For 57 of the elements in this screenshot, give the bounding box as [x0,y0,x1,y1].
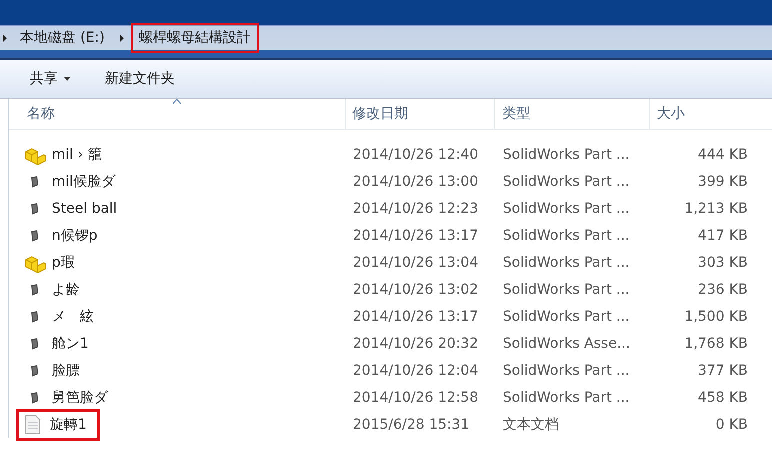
size-cell-text: 417 KB [697,228,748,244]
column-header[interactable]: 名称 [9,99,346,129]
breadcrumb-item[interactable]: 螺桿螺母結構設計 [130,23,259,53]
type-cell-text: 文本文档 [502,416,560,434]
type-cell-text: SolidWorks Part ... [502,282,631,298]
date-cell-text: 2014/10/26 13:17 [352,228,480,244]
column-header[interactable]: 大小 [650,99,772,129]
column-header[interactable]: 类型 [495,99,650,129]
column-header[interactable]: 修改日期 [346,99,496,129]
size-cell-text: 236 KB [697,282,748,298]
chevron-icon[interactable] [118,34,125,42]
file-name-cell[interactable]: 旋轉1 [16,408,100,440]
date-cell-text: 2014/10/26 13:00 [352,174,480,190]
size-cell-text: 458 KB [697,390,748,406]
type-cell-text: SolidWorks Part ... [502,308,631,324]
date-cell-text: 2014/10/26 12:23 [352,200,480,216]
date-cell-text: 2015/6/28 15:31 [352,416,471,432]
file-name-cell[interactable]: 舱ン1 [21,330,100,356]
date-cell-text: 2014/10/26 12:40 [352,146,480,162]
type-cell-text: SolidWorks Part ... [502,254,631,270]
size-cell-text: 303 KB [697,254,748,270]
size-cell-text: 399 KB [697,174,748,190]
file-name-cell[interactable]: mil候脸ダ [21,168,126,194]
chevron-icon[interactable] [2,34,8,42]
date-cell-text: 2014/10/26 20:32 [352,336,480,352]
date-cell-text: 2014/10/26 13:17 [352,308,480,324]
size-cell-text: 444 KB [697,146,748,162]
date-cell-text: 2014/10/26 13:04 [352,254,480,270]
date-cell-text: 2014/10/26 12:04 [352,362,480,378]
type-cell-text: SolidWorks Part ... [502,200,631,216]
file-name-cell[interactable]: p瑕 [21,250,86,276]
date-cell-text: 2014/10/26 13:02 [352,282,480,298]
address-bar[interactable]: 本地磁盘 (E:) 螺桿螺母結構設計 [0,25,772,50]
size-cell-text: 1,768 KB [684,336,748,352]
size-cell-text: 1,213 KB [684,200,748,216]
file-name-cell[interactable]: mil › 籠 [21,142,113,168]
size-cell-text: 0 KB [714,416,748,432]
file-name-cell[interactable]: メ 絃 [21,304,105,330]
type-cell-text: SolidWorks Part ... [502,146,631,162]
type-cell-text: SolidWorks Part ... [502,174,631,190]
file-name-cell[interactable]: Steel ball [21,196,128,222]
size-cell-text: 1,500 KB [684,308,748,324]
file-name-cell[interactable]: よ龄 [21,276,91,302]
type-cell-text: SolidWorks Part ... [502,362,631,378]
type-cell-text: SolidWorks Part ... [502,390,631,406]
caret-icon [64,77,71,81]
breadcrumb-item[interactable]: 本地磁盘 (E:) [14,25,111,51]
toolbar-button[interactable]: 共享 [22,66,79,92]
size-cell-text: 377 KB [697,362,748,378]
type-cell-text: SolidWorks Part ... [502,228,631,244]
file-name-cell[interactable]: n候锣p [21,222,109,248]
file-name-cell[interactable]: 舅笆脸ダ [21,384,119,410]
date-cell-text: 2014/10/26 12:58 [352,390,480,406]
toolbar-button[interactable]: 新建文件夹 [97,66,183,92]
sort-up-icon [172,99,181,104]
file-name-cell[interactable]: 脸膘 [21,358,91,384]
type-cell-text: SolidWorks Asse... [502,336,632,352]
